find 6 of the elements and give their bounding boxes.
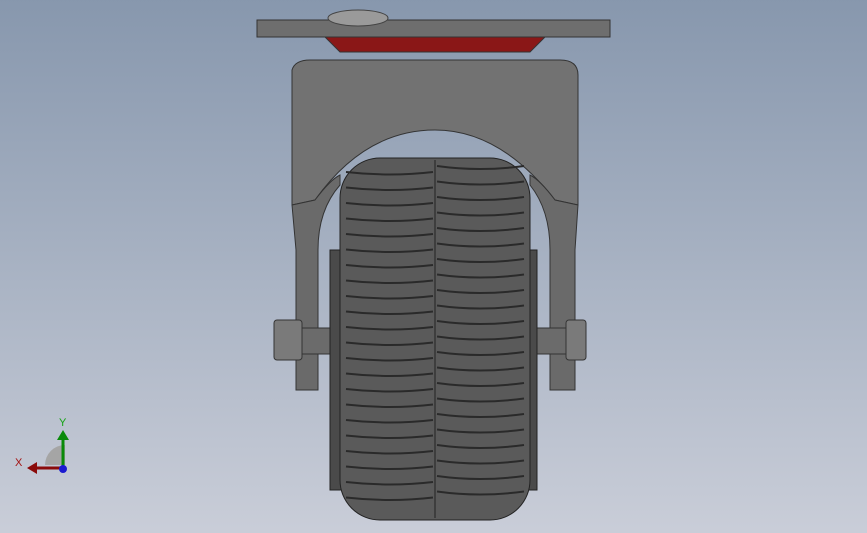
x-axis-arrow-icon	[27, 462, 63, 474]
view-triad-quadrant-icon	[45, 445, 65, 465]
y-axis-label: Y	[59, 417, 66, 429]
y-axis-arrow-icon	[57, 430, 69, 466]
z-axis-dot-icon	[59, 465, 67, 473]
x-axis-label: X	[15, 457, 22, 469]
